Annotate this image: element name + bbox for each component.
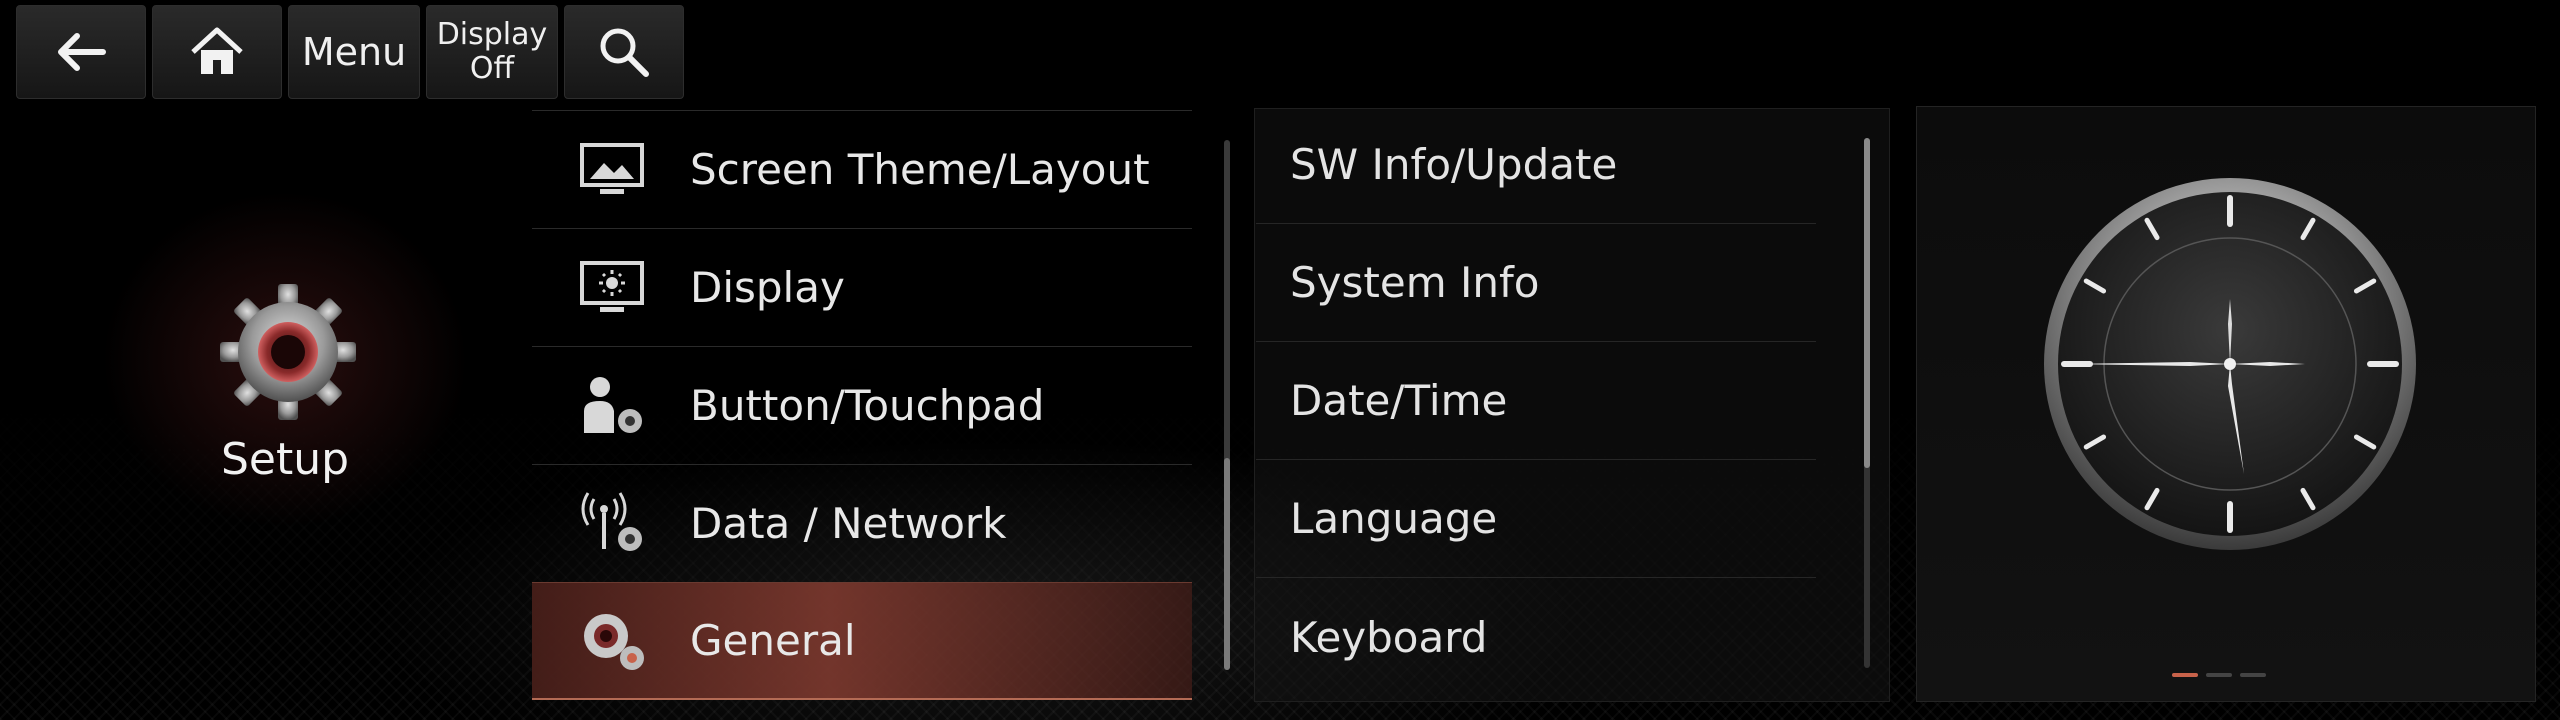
back-button[interactable] bbox=[16, 5, 146, 99]
menu-item-display[interactable]: Display bbox=[532, 228, 1192, 346]
submenu-item-date-time[interactable]: Date/Time bbox=[1256, 342, 1816, 460]
display-off-label-line1: Display bbox=[436, 17, 548, 52]
general-gear-icon bbox=[584, 613, 644, 670]
menu-button[interactable]: Menu bbox=[288, 5, 420, 99]
submenu-item-keyboard[interactable]: Keyboard bbox=[1256, 578, 1816, 696]
search-icon bbox=[600, 28, 649, 77]
menu-item-data-network[interactable]: Data / Network bbox=[532, 464, 1192, 582]
display-off-label-line2: Off bbox=[469, 51, 515, 86]
menu-item-label: Screen Theme/Layout bbox=[690, 145, 1150, 194]
gear-icon bbox=[220, 284, 356, 420]
setup-category-label: Setup bbox=[220, 434, 350, 485]
settings-menu-list: Screen Theme/Layout Display Button/Touch… bbox=[532, 110, 1232, 702]
analog-clock-icon bbox=[2044, 178, 2416, 550]
submenu-item-label: Keyboard bbox=[1290, 612, 1488, 662]
menu-item-label: Button/Touchpad bbox=[690, 381, 1045, 430]
menu-button-label: Menu bbox=[301, 30, 407, 74]
display-brightness-icon bbox=[580, 260, 644, 312]
page-indicator[interactable] bbox=[2206, 673, 2232, 677]
home-icon bbox=[191, 27, 243, 74]
submenu-item-language[interactable]: Language bbox=[1256, 460, 1816, 578]
back-arrow-icon bbox=[58, 33, 106, 71]
submenu-item-label: Language bbox=[1290, 494, 1498, 543]
home-button[interactable] bbox=[152, 5, 282, 99]
submenu-item-system-info[interactable]: System Info bbox=[1256, 224, 1816, 342]
page-indicator-active[interactable] bbox=[2172, 673, 2198, 677]
menu-item-general[interactable]: General bbox=[532, 582, 1192, 700]
button-touchpad-icon bbox=[584, 376, 642, 433]
menu-item-button-touchpad[interactable]: Button/Touchpad bbox=[532, 346, 1192, 464]
page-indicator[interactable] bbox=[2240, 673, 2266, 677]
display-off-button[interactable]: Display Off bbox=[426, 5, 558, 99]
submenu-item-sw-info-update[interactable]: SW Info/Update bbox=[1256, 106, 1816, 224]
menu-scrollbar-thumb[interactable] bbox=[1224, 458, 1230, 670]
screen-theme-icon bbox=[580, 142, 644, 194]
search-button[interactable] bbox=[564, 5, 684, 99]
submenu-scrollbar-thumb[interactable] bbox=[1864, 138, 1870, 468]
submenu-item-label: SW Info/Update bbox=[1290, 140, 1618, 189]
menu-item-label: General bbox=[690, 616, 856, 665]
submenu-item-label: Date/Time bbox=[1290, 376, 1508, 425]
menu-item-label: Display bbox=[690, 263, 845, 312]
submenu-item-label: System Info bbox=[1290, 258, 1540, 307]
menu-item-label: Data / Network bbox=[690, 499, 1007, 548]
menu-item-screen-theme-layout[interactable]: Screen Theme/Layout bbox=[532, 110, 1192, 228]
data-network-icon bbox=[581, 491, 642, 551]
